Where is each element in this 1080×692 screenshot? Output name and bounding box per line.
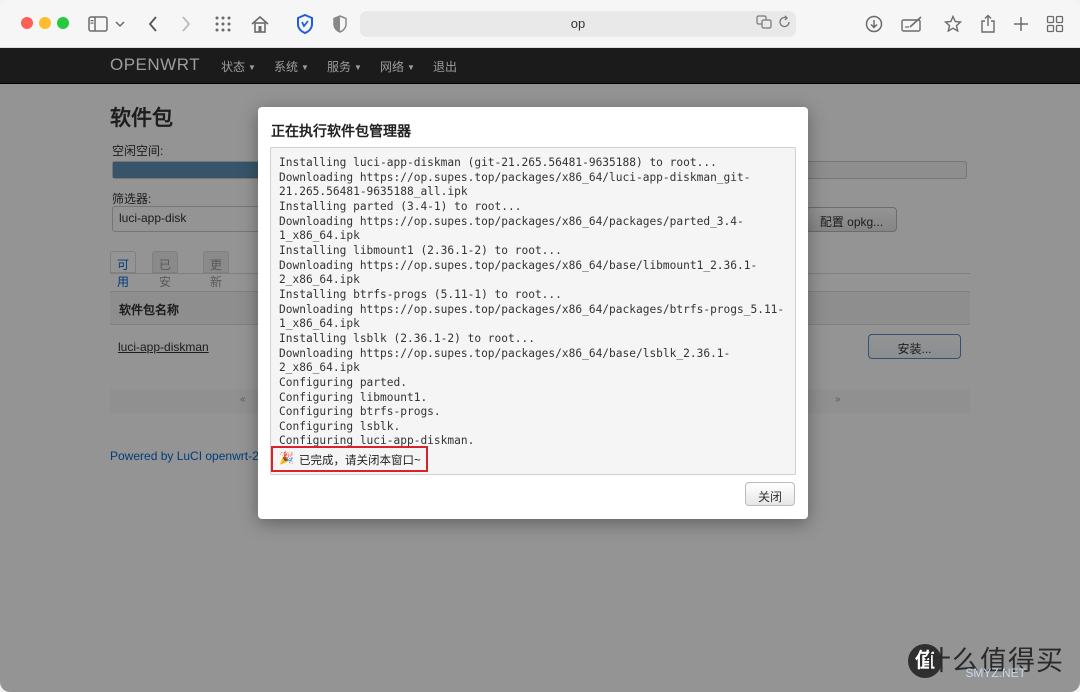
caret-down-icon: ▼: [248, 63, 256, 72]
shield-icon[interactable]: [293, 12, 317, 36]
caret-down-icon: ▼: [301, 63, 309, 72]
nav-status[interactable]: 状态 ▼: [221, 58, 256, 75]
home-icon[interactable]: [248, 12, 272, 36]
log-line: 2_x86_64.ipk: [279, 361, 360, 375]
top-navbar: OPENWRT 状态 ▼ 系统 ▼ 服务 ▼ 网络 ▼ 退出: [0, 48, 1080, 84]
plus-icon[interactable]: [1009, 12, 1033, 36]
edit-icon[interactable]: [900, 12, 924, 36]
log-line: Configuring btrfs-progs.: [279, 405, 441, 419]
translate-icon[interactable]: [756, 15, 772, 32]
sidebar-icon[interactable]: [86, 12, 110, 36]
minimize-window-button[interactable]: [39, 17, 51, 29]
nav-status-label: 状态: [221, 60, 246, 74]
party-popper-icon: 🎉: [279, 451, 294, 465]
reload-icon[interactable]: [778, 15, 791, 32]
nav-system-label: 系统: [274, 60, 299, 74]
log-line: Configuring parted.: [279, 375, 407, 389]
chevron-down-icon[interactable]: [112, 12, 128, 36]
nav-network[interactable]: 网络 ▼: [380, 58, 415, 75]
nav-system[interactable]: 系统 ▼: [274, 58, 309, 75]
log-line: 2_x86_64.ipk: [279, 273, 360, 287]
caret-down-icon: ▼: [407, 63, 415, 72]
zoom-window-button[interactable]: [57, 17, 69, 29]
address-bar[interactable]: op: [360, 11, 796, 37]
download-icon[interactable]: [862, 12, 886, 36]
done-message-highlight: 🎉 已完成，请关闭本窗口~: [271, 446, 428, 472]
log-line: Configuring libmount1.: [279, 390, 428, 404]
nav-logout[interactable]: 退出: [433, 58, 457, 75]
brand-logo[interactable]: OPENWRT: [110, 55, 200, 75]
tabs-icon[interactable]: [1043, 12, 1067, 36]
back-icon[interactable]: [141, 12, 165, 36]
log-line: Configuring lsblk.: [279, 419, 401, 433]
close-window-button[interactable]: [21, 17, 33, 29]
log-line: Downloading https://op.supes.top/package…: [279, 302, 785, 316]
modal-title: 正在执行软件包管理器: [271, 123, 411, 139]
forward-icon[interactable]: [174, 12, 198, 36]
browser-window: op OPENWRT 状态 ▼ 系统 ▼ 服务 ▼ 网络 ▼ 退出 软件包 空闲…: [0, 0, 1080, 692]
log-line: Installing lsblk (2.36.1-2) to root...: [279, 331, 535, 345]
nav-network-label: 网络: [380, 60, 405, 74]
watermark-small-text: SMYZ.NET: [965, 666, 1026, 680]
star-icon[interactable]: [941, 12, 965, 36]
log-line: Downloading https://op.supes.top/package…: [279, 346, 731, 360]
log-line: Downloading https://op.supes.top/package…: [279, 170, 751, 184]
log-line: Installing btrfs-progs (5.11-1) to root.…: [279, 287, 562, 301]
log-lines: Installing luci-app-diskman (git-21.265.…: [279, 156, 784, 449]
log-line: Downloading https://op.supes.top/package…: [279, 214, 744, 228]
log-line: 1_x86_64.ipk: [279, 229, 360, 243]
browser-toolbar: op: [0, 0, 1080, 48]
log-line: Installing libmount1 (2.36.1-2) to root.…: [279, 243, 562, 257]
nav-logout-label: 退出: [433, 60, 458, 74]
close-button[interactable]: 关闭: [745, 482, 795, 506]
grid-icon[interactable]: [211, 12, 235, 36]
nav-services[interactable]: 服务 ▼: [327, 58, 362, 75]
log-output[interactable]: Installing luci-app-diskman (git-21.265.…: [270, 147, 796, 475]
log-line: 21.265.56481-9635188_all.ipk: [279, 185, 468, 199]
share-icon[interactable]: [976, 12, 1000, 36]
address-text: op: [570, 16, 586, 31]
log-line: Installing luci-app-diskman (git-21.265.…: [279, 156, 717, 169]
nav-services-label: 服务: [327, 60, 352, 74]
done-message: 已完成，请关闭本窗口~: [299, 455, 421, 467]
caret-down-icon: ▼: [354, 63, 362, 72]
log-line: Installing parted (3.4-1) to root...: [279, 199, 522, 213]
privacy-icon[interactable]: [328, 12, 352, 36]
log-line: Downloading https://op.supes.top/package…: [279, 258, 758, 272]
log-line: 1_x86_64.ipk: [279, 317, 360, 331]
